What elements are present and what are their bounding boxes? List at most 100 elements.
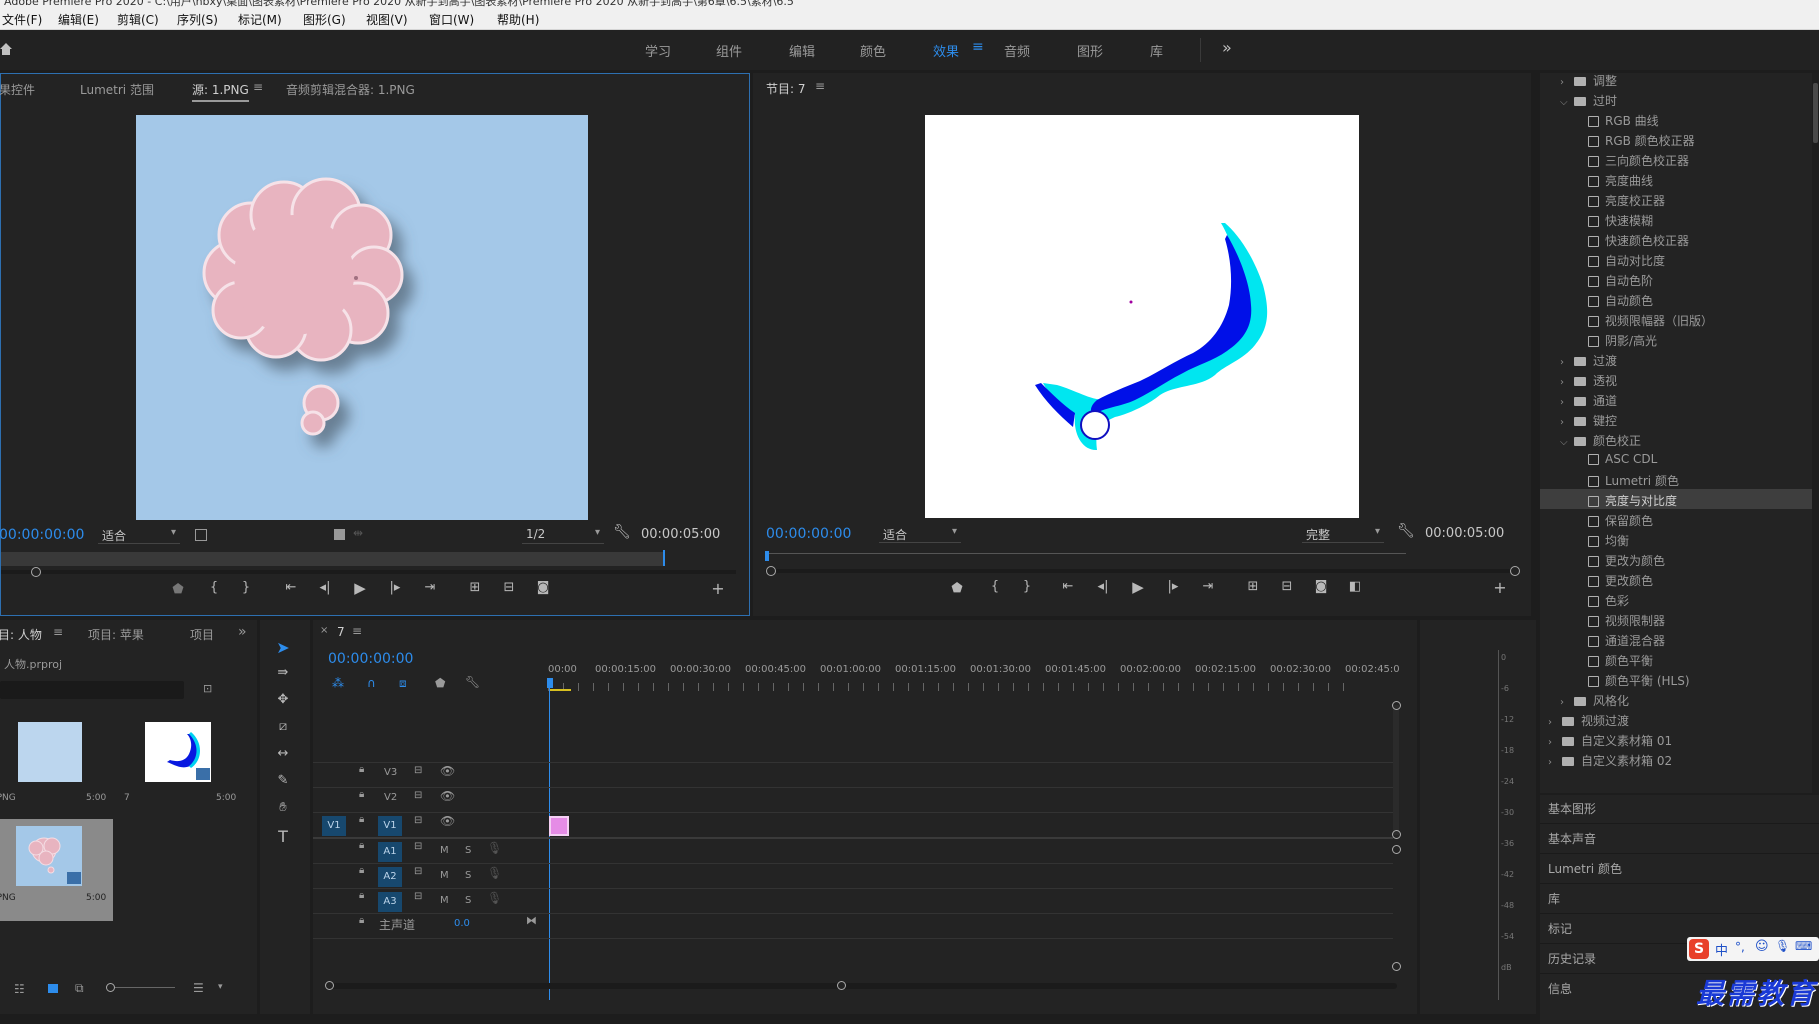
marker-icon[interactable]: ⬟ bbox=[168, 582, 188, 597]
step-forward-icon[interactable]: |▸ bbox=[1163, 579, 1183, 594]
eye-icon[interactable]: 👁︎ bbox=[440, 814, 455, 828]
ime-keyboard-icon[interactable]: ⌨ bbox=[1795, 939, 1812, 953]
effects-folder[interactable]: › 风格化 bbox=[1540, 689, 1812, 709]
sogou-logo-icon[interactable]: S bbox=[1689, 939, 1709, 959]
source-time-ruler[interactable] bbox=[1, 552, 665, 566]
effects-item[interactable]: 亮度曲线 bbox=[1540, 169, 1812, 189]
chevron-right-icon[interactable]: › bbox=[1560, 417, 1574, 428]
timeline-playhead-head[interactable] bbox=[547, 678, 553, 688]
effects-item[interactable]: 更改颜色 bbox=[1540, 569, 1812, 589]
menu-edit[interactable]: 编辑(E) bbox=[58, 11, 99, 28]
new-bin-icon[interactable]: ⊡ bbox=[203, 682, 212, 695]
program-timecode[interactable]: 00:00:00:00 bbox=[766, 526, 851, 542]
effects-folder[interactable]: › 调整 bbox=[1540, 73, 1812, 89]
menu-sequence[interactable]: 序列(S) bbox=[177, 11, 218, 28]
chevron-down-icon[interactable]: ⌵ bbox=[1560, 97, 1574, 108]
effects-folder[interactable]: › 键控 bbox=[1540, 409, 1812, 429]
go-to-in-icon[interactable]: ⇤ bbox=[1058, 579, 1078, 594]
solo-button[interactable]: S bbox=[465, 845, 471, 856]
tab-project[interactable]: 项目 bbox=[190, 626, 214, 643]
program-quality-dropdown[interactable]: 完整 ▾ bbox=[1302, 525, 1384, 543]
wrench-icon[interactable]: 🔧︎ bbox=[613, 524, 631, 540]
insert-edit-icon[interactable]: ⊞ bbox=[465, 580, 485, 595]
mark-in-icon[interactable]: { bbox=[204, 580, 224, 595]
source-playhead[interactable] bbox=[663, 550, 665, 566]
menu-window[interactable]: 窗口(W) bbox=[429, 11, 474, 28]
lock-icon[interactable]: 🔒︎ bbox=[359, 814, 364, 825]
effects-item[interactable]: 快速颜色校正器 bbox=[1540, 229, 1812, 249]
chevron-right-icon[interactable]: › bbox=[1548, 737, 1562, 748]
sync-lock-icon[interactable]: ⊟ bbox=[414, 891, 422, 902]
effects-item[interactable]: 阴影/高光 bbox=[1540, 329, 1812, 349]
chevron-right-icon[interactable]: › bbox=[1560, 377, 1574, 388]
effects-item[interactable]: ASC CDL bbox=[1540, 449, 1812, 469]
step-back-icon[interactable]: ◂| bbox=[315, 580, 335, 595]
chevron-right-icon[interactable]: › bbox=[1548, 717, 1562, 728]
video-scrollbar[interactable] bbox=[1393, 705, 1399, 835]
scroll-handle[interactable] bbox=[1392, 962, 1401, 971]
step-forward-icon[interactable]: |▸ bbox=[385, 580, 405, 595]
panel-markers[interactable]: 标记 bbox=[1548, 920, 1572, 937]
effects-item[interactable]: 视频限幅器（旧版） bbox=[1540, 309, 1812, 329]
zoom-handle-left[interactable] bbox=[31, 567, 41, 577]
lock-icon[interactable]: 🔒︎ bbox=[359, 890, 364, 901]
sort-dropdown-icon[interactable]: ▾ bbox=[218, 982, 223, 992]
scroll-handle[interactable] bbox=[837, 981, 846, 990]
wrench-icon[interactable]: 🔧︎ bbox=[1397, 523, 1415, 539]
go-to-in-icon[interactable]: ⇤ bbox=[281, 580, 301, 595]
effects-item[interactable]: 更改为颜色 bbox=[1540, 549, 1812, 569]
menu-help[interactable]: 帮助(H) bbox=[497, 11, 539, 28]
marker-icon[interactable]: ⬟ bbox=[947, 581, 967, 596]
track-label-a1[interactable]: A1 bbox=[378, 842, 402, 862]
razor-tool-icon[interactable]: ⧄ bbox=[273, 719, 293, 734]
safe-margin-icon[interactable] bbox=[195, 529, 207, 541]
icon-view-icon[interactable] bbox=[48, 984, 58, 993]
effects-item[interactable]: 三向颜色校正器 bbox=[1540, 149, 1812, 169]
solo-button[interactable]: S bbox=[465, 895, 471, 906]
panel-essential-graphics[interactable]: 基本图形 bbox=[1548, 800, 1596, 817]
zoom-slider-handle[interactable] bbox=[106, 983, 115, 992]
eye-icon[interactable]: 👁︎ bbox=[440, 789, 455, 803]
sync-lock-icon[interactable]: ⊟ bbox=[414, 790, 422, 801]
workspace-audio[interactable]: 音频 bbox=[1004, 41, 1030, 60]
timeline-h-scrollbar[interactable] bbox=[327, 983, 1397, 989]
workspace-menu-icon[interactable]: ≡ bbox=[972, 39, 984, 55]
effects-item[interactable]: 保留颜色 bbox=[1540, 509, 1812, 529]
workspace-assembly[interactable]: 组件 bbox=[716, 41, 742, 60]
effects-folder[interactable]: › 自定义素材箱 02 bbox=[1540, 749, 1812, 769]
source-resolution-dropdown[interactable]: 1/2 ▾ bbox=[522, 526, 604, 544]
source-fit-dropdown[interactable]: 适合 ▾ bbox=[98, 526, 180, 544]
chevron-right-icon[interactable]: › bbox=[1560, 397, 1574, 408]
freeform-view-icon[interactable]: ⧉ bbox=[75, 981, 84, 996]
work-area-bar[interactable] bbox=[549, 689, 571, 691]
voiceover-mic-icon[interactable]: 🎙︎ bbox=[487, 841, 502, 855]
source-patch-v1[interactable]: V1 bbox=[322, 816, 346, 836]
pen-tool-icon[interactable]: ✎ bbox=[273, 773, 293, 788]
source-timecode[interactable]: 00:00:00:00 bbox=[0, 527, 84, 543]
go-to-out-icon[interactable]: ⇥ bbox=[1198, 579, 1218, 594]
program-viewer[interactable] bbox=[925, 115, 1359, 518]
track-label-a3[interactable]: A3 bbox=[378, 892, 402, 912]
workspace-overflow-icon[interactable]: » bbox=[1222, 38, 1232, 57]
effects-item[interactable]: RGB 曲线 bbox=[1540, 109, 1812, 129]
linked-selection-icon[interactable]: ⧈ bbox=[399, 676, 407, 691]
panel-essential-sound[interactable]: 基本声音 bbox=[1548, 830, 1596, 847]
play-icon[interactable]: ▶ bbox=[350, 579, 370, 597]
timeline-timecode[interactable]: 00:00:00:00 bbox=[328, 651, 413, 667]
step-back-icon[interactable]: ◂| bbox=[1093, 579, 1113, 594]
insert-icon[interactable] bbox=[334, 529, 345, 540]
drag-video-icon[interactable]: ⇹ bbox=[353, 526, 363, 540]
panel-menu-icon[interactable]: ≡ bbox=[53, 625, 63, 639]
effects-item[interactable]: 自动颜色 bbox=[1540, 289, 1812, 309]
program-time-ruler[interactable] bbox=[766, 553, 1406, 554]
track-select-tool-icon[interactable]: ⇛ bbox=[273, 665, 293, 680]
effects-folder[interactable]: › 视频过渡 bbox=[1540, 709, 1812, 729]
ripple-edit-tool-icon[interactable]: ✥ bbox=[273, 692, 293, 707]
menu-clip[interactable]: 剪辑(C) bbox=[117, 11, 159, 28]
scroll-handle[interactable] bbox=[1392, 701, 1401, 710]
zoom-slider-track[interactable] bbox=[115, 987, 175, 988]
panel-libraries[interactable]: 库 bbox=[1548, 890, 1560, 907]
panel-history[interactable]: 历史记录 bbox=[1548, 950, 1596, 967]
master-track-expand-icon[interactable]: ⧓ bbox=[526, 914, 537, 927]
workspace-learning[interactable]: 学习 bbox=[645, 41, 671, 60]
